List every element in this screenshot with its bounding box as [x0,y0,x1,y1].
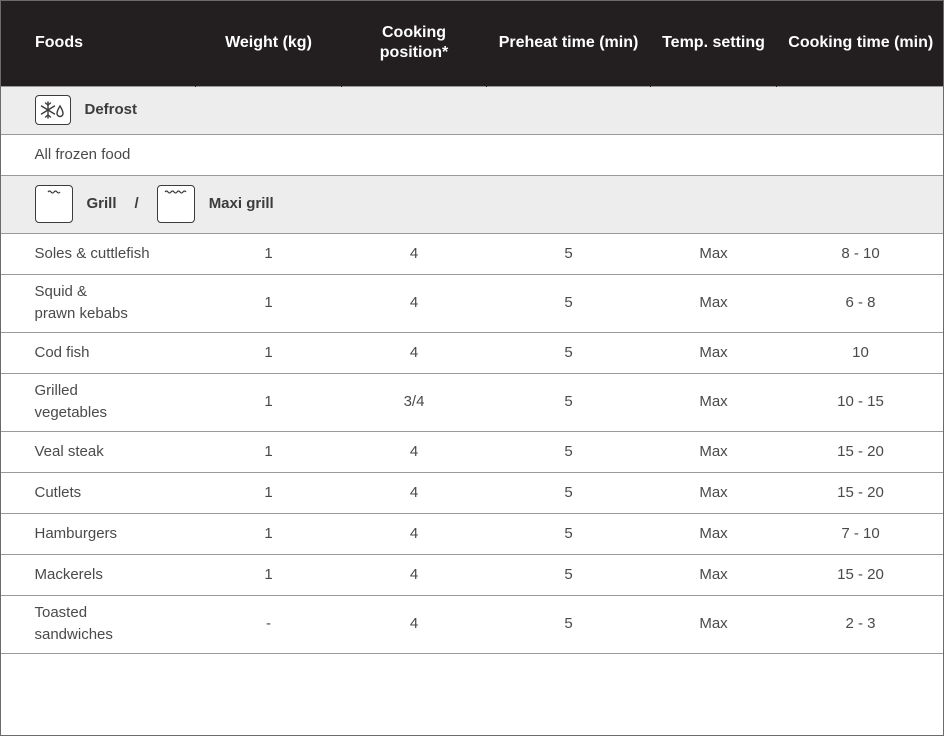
preheat-value: 5 [486,512,651,555]
header-preheat-time: Preheat time (min) [486,0,651,86]
position-value: 4 [341,594,487,654]
weight-value: 1 [195,471,342,514]
food-name: All frozen food [0,133,196,176]
header-temp-setting: Temp. setting [650,0,777,86]
table-row: Squid & prawn kebabs 1 4 5 Max 6 - 8 [0,273,944,333]
preheat-value: 5 [486,232,651,275]
cooking-table: Foods Weight (kg) Cooking position* Preh… [0,0,944,654]
time-value: 15 - 20 [776,471,944,514]
defrost-icon [34,95,71,125]
header-cooking-time: Cooking time (min) [776,0,944,86]
food-name: Mackerels [0,553,196,596]
table-row: Mackerels 1 4 5 Max 15 - 20 [0,553,944,596]
temp-value: Max [650,471,777,514]
preheat-value: 5 [486,331,651,374]
time-value: 15 - 20 [776,553,944,596]
temp-value: Max [650,594,777,654]
position-value: 4 [341,471,487,514]
header-cooking-position: Cooking position* [341,0,487,86]
section-defrost-label: Defrost [84,101,138,118]
time-value: 8 - 10 [776,232,944,275]
weight-value: 1 [195,331,342,374]
table-row-all-frozen-food: All frozen food [0,133,944,176]
table-row: Soles & cuttlefish 1 4 5 Max 8 - 10 [0,232,944,275]
header-weight: Weight (kg) [195,0,342,86]
table-row: Toasted sandwiches - 4 5 Max 2 - 3 [0,594,944,654]
temp-value: Max [650,372,777,432]
position-value: 4 [341,232,487,275]
temp-value: Max [650,430,777,473]
table-row: Cod fish 1 4 5 Max 10 [0,331,944,374]
maxi-grill-icon [156,185,195,223]
food-name: Veal steak [0,430,196,473]
food-name: Cod fish [0,331,196,374]
section-separator: / [134,195,139,212]
position-value: 4 [341,512,487,555]
header-foods: Foods [0,0,196,86]
food-name: Squid & prawn kebabs [0,273,196,333]
food-name: Hamburgers [0,512,196,555]
table-header-row: Foods Weight (kg) Cooking position* Preh… [0,0,944,86]
food-name: Toasted sandwiches [0,594,196,654]
weight-value: 1 [195,372,342,432]
position-value: 4 [341,553,487,596]
food-name: Grilled vegetables [0,372,196,432]
table-row: Hamburgers 1 4 5 Max 7 - 10 [0,512,944,555]
weight-value: - [195,594,342,654]
section-maxi-grill-label: Maxi grill [208,195,274,212]
food-name: Cutlets [0,471,196,514]
position-value: 4 [341,273,487,333]
table-row: Grilled vegetables 1 3/4 5 Max 10 - 15 [0,372,944,432]
cooking-table-page: Foods Weight (kg) Cooking position* Preh… [0,0,944,736]
preheat-value: 5 [486,273,651,333]
weight-value: 1 [195,512,342,555]
section-grill-label: Grill [86,195,117,212]
section-grill: Grill / Maxi grill [0,174,944,234]
temp-value: Max [650,553,777,596]
grill-icon [34,185,73,223]
preheat-value: 5 [486,594,651,654]
preheat-value: 5 [486,471,651,514]
time-value: 6 - 8 [776,273,944,333]
weight-value: 1 [195,232,342,275]
time-value: 10 - 15 [776,372,944,432]
temp-value: Max [650,232,777,275]
preheat-value: 5 [486,553,651,596]
time-value: 7 - 10 [776,512,944,555]
food-name: Soles & cuttlefish [0,232,196,275]
section-defrost: Defrost [0,85,944,135]
time-value: 2 - 3 [776,594,944,654]
table-row: Cutlets 1 4 5 Max 15 - 20 [0,471,944,514]
table-row: Veal steak 1 4 5 Max 15 - 20 [0,430,944,473]
temp-value: Max [650,512,777,555]
time-value: 15 - 20 [776,430,944,473]
weight-value: 1 [195,273,342,333]
temp-value: Max [650,331,777,374]
preheat-value: 5 [486,430,651,473]
weight-value: 1 [195,430,342,473]
weight-value: 1 [195,553,342,596]
position-value: 4 [341,331,487,374]
position-value: 4 [341,430,487,473]
temp-value: Max [650,273,777,333]
time-value: 10 [776,331,944,374]
position-value: 3/4 [341,372,487,432]
preheat-value: 5 [486,372,651,432]
